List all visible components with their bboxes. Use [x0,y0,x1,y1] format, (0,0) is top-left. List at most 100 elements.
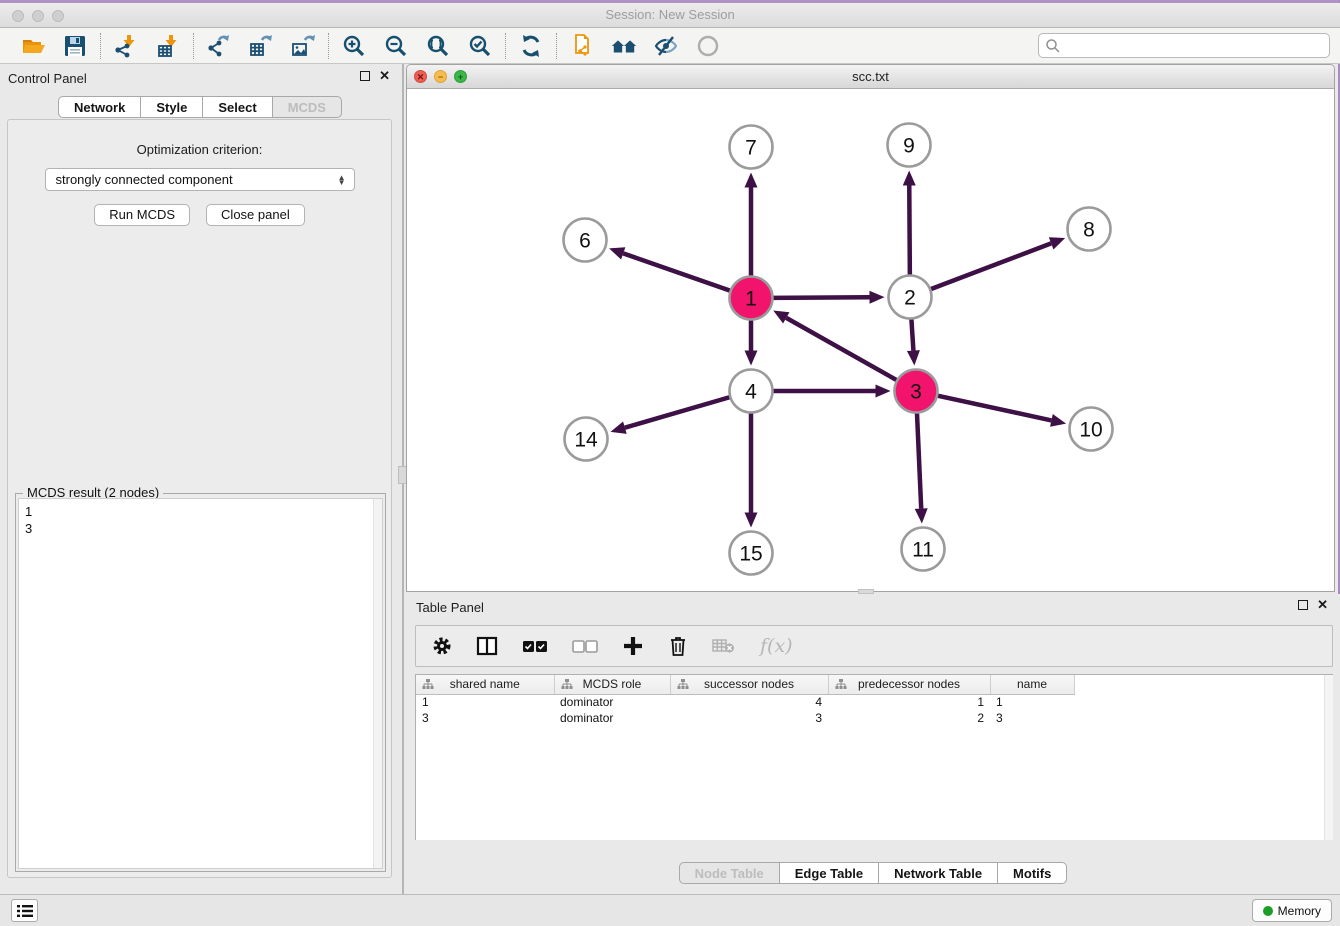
criterion-value: strongly connected component [56,172,338,187]
zoom-fit-button[interactable] [425,33,451,59]
window-close-button[interactable] [12,10,24,22]
cell-name[interactable]: 3 [990,710,1074,726]
cell-mcds-role[interactable]: dominator [554,694,670,710]
cell-shared-name[interactable]: 1 [416,694,554,710]
tab-network-table[interactable]: Network Table [878,862,998,884]
graph-edge[interactable] [772,297,869,298]
graph-edge[interactable] [930,243,1051,289]
result-scrollbar[interactable] [373,499,382,868]
mcds-panel: Optimization criterion: strongly connect… [7,119,392,878]
table-settings-button[interactable] [432,633,452,659]
export-network-button[interactable] [206,33,232,59]
tab-network[interactable]: Network [58,96,141,118]
column-header-successor-nodes[interactable]: successor nodes [670,675,828,694]
table-scrollbar[interactable] [1324,675,1333,840]
close-panel-icon[interactable]: ✕ [379,71,390,81]
float-panel-icon[interactable] [360,71,370,81]
table-row[interactable]: 3 dominator 3 2 3 [416,710,1074,726]
column-header-predecessor-nodes[interactable]: predecessor nodes [828,675,990,694]
close-panel-button[interactable]: Close panel [206,204,305,226]
graph-edge[interactable] [909,185,910,275]
cell-name[interactable]: 1 [990,694,1074,710]
deselect-all-button[interactable] [572,633,598,659]
network-minimize-button[interactable]: − [434,70,447,83]
show-hidden-button[interactable] [695,33,721,59]
table-row[interactable]: 1 dominator 4 1 1 [416,694,1074,710]
graph-node-label: 9 [903,135,915,158]
add-column-button[interactable] [622,633,644,659]
tab-node-table[interactable]: Node Table [679,862,780,884]
apply-layout-button[interactable] [518,33,544,59]
zoom-selected-button[interactable] [467,33,493,59]
open-session-button[interactable] [20,33,46,59]
graph-edge-arrowhead [907,350,920,365]
graph-edge[interactable] [917,412,921,508]
memory-button[interactable]: Memory [1252,899,1332,922]
task-history-button[interactable] [11,899,38,922]
window-minimize-button[interactable] [32,10,44,22]
hierarchy-icon [561,679,573,690]
select-all-button[interactable] [522,633,548,659]
tab-edge-table[interactable]: Edge Table [779,862,879,884]
column-header-name[interactable]: name [990,675,1074,694]
open-folder-icon [20,33,46,59]
graph-edge[interactable] [623,253,730,291]
zoom-out-button[interactable] [383,33,409,59]
graph-edge-arrowhead [915,508,928,523]
run-mcds-button[interactable]: Run MCDS [94,204,190,226]
show-columns-button[interactable] [476,633,498,659]
first-neighbors-button[interactable] [611,33,637,59]
close-table-panel-icon[interactable]: ✕ [1317,600,1328,610]
zoom-in-button[interactable] [341,33,367,59]
tab-motifs[interactable]: Motifs [997,862,1067,884]
control-panel: Control Panel ✕ Network Style Select MCD… [0,64,400,894]
graph-node-label: 8 [1083,219,1095,242]
window-zoom-button[interactable] [52,10,64,22]
toolbar-search[interactable] [1038,33,1330,58]
cell-predecessor-nodes[interactable]: 2 [828,710,990,726]
network-window-titlebar[interactable]: ✕ − + scc.txt [407,65,1334,89]
network-close-button[interactable]: ✕ [414,70,427,83]
cell-successor-nodes[interactable]: 3 [670,710,828,726]
cell-shared-name[interactable]: 3 [416,710,554,726]
hide-selected-button[interactable] [653,33,679,59]
delete-column-button[interactable] [668,633,688,659]
import-network-button[interactable] [113,33,139,59]
export-table-button[interactable] [248,33,274,59]
unchecked-boxes-icon [572,639,598,653]
column-header-mcds-role[interactable]: MCDS role [554,675,670,694]
table-toolbar: f(x) [415,625,1333,667]
graph-edge-arrowhead [745,351,758,366]
delete-table-button[interactable] [712,633,736,659]
tab-select[interactable]: Select [202,96,272,118]
graph-edge[interactable] [937,396,1051,421]
float-table-panel-icon[interactable] [1298,600,1308,610]
graph-edge-arrowhead [745,173,758,188]
network-zoom-button[interactable]: + [454,70,467,83]
trash-icon [668,635,688,657]
mcds-result-textarea[interactable]: 1 3 [18,498,383,869]
search-input[interactable] [1061,36,1329,56]
criterion-select[interactable]: strongly connected component ▲▼ [45,168,355,191]
tab-style[interactable]: Style [140,96,203,118]
graph-edge[interactable] [625,397,730,428]
save-session-button[interactable] [62,33,88,59]
table-panel-title: Table Panel [416,600,484,615]
tab-mcds[interactable]: MCDS [272,96,342,118]
export-image-button[interactable] [290,33,316,59]
cell-predecessor-nodes[interactable]: 1 [828,694,990,710]
gear-icon [432,636,452,656]
column-header-shared-name[interactable]: shared name [416,675,554,694]
status-bar: Memory [0,894,1340,926]
function-builder-button[interactable]: f(x) [760,633,793,659]
network-graph[interactable]: 7968124314101511 [407,89,1334,591]
graph-edge[interactable] [786,318,897,381]
app-titlebar: Session: New Session [0,3,1340,28]
duplicate-network-button[interactable] [569,33,595,59]
cell-successor-nodes[interactable]: 4 [670,694,828,710]
graph-edge[interactable] [911,318,913,350]
import-table-button[interactable] [155,33,181,59]
cell-mcds-role[interactable]: dominator [554,710,670,726]
network-canvas[interactable]: 7968124314101511 [407,89,1334,591]
network-view-window: ✕ − + scc.txt 7968124314101511 [406,64,1335,592]
